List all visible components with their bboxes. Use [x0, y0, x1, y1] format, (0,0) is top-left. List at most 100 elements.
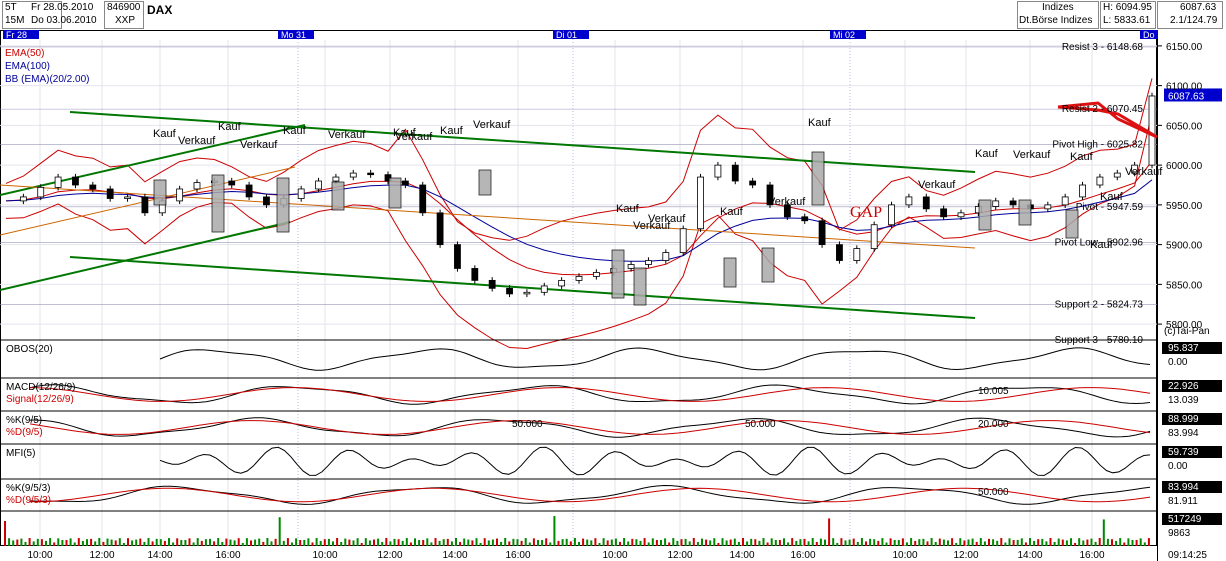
volume-bar [245, 538, 248, 546]
volume-bar [118, 538, 121, 546]
volume-bar [586, 539, 589, 546]
signal-box [761, 247, 775, 283]
volume-bar [77, 538, 80, 546]
indicator-line [159, 446, 1151, 476]
volume-bar [516, 539, 519, 546]
volume-bar [824, 539, 826, 546]
volume-bar [787, 542, 790, 546]
candle-body [731, 164, 739, 182]
candle-body [72, 176, 79, 186]
day-label: Mi 02 [833, 30, 855, 40]
volume-bar [1086, 539, 1089, 546]
volume-bar [844, 540, 847, 546]
signal-box [1018, 199, 1032, 226]
volume-bar [799, 539, 802, 546]
candle-body [124, 196, 131, 199]
volume-bar [455, 538, 457, 546]
volume-bar [623, 538, 626, 546]
volume-bar [32, 541, 35, 546]
volume-bar [619, 541, 621, 546]
panel-name: MFI(5) [6, 448, 35, 459]
volume-bar [360, 542, 363, 546]
volume-bar [373, 539, 375, 546]
volume-bar [643, 538, 646, 546]
volume-bar [327, 538, 330, 546]
volume-bar [393, 538, 396, 546]
volume-bar [299, 539, 302, 546]
volume-bar [971, 538, 974, 546]
volume-bar [557, 540, 560, 546]
volume-bar [1045, 541, 1048, 546]
day-label: Mo 31 [281, 30, 306, 40]
volume-bar [356, 538, 359, 546]
signal-box [478, 169, 492, 196]
volume-bar [172, 542, 175, 546]
volume-bar [4, 521, 6, 546]
plot-frame [0, 30, 1157, 546]
signal-box [1065, 209, 1079, 239]
volume-bar [65, 539, 68, 546]
candle-body [106, 188, 114, 199]
volume-bar [885, 542, 888, 546]
volume-bar [627, 541, 630, 546]
volume-bar [742, 538, 744, 546]
volume-bar [94, 541, 97, 546]
volume-bar [479, 542, 482, 546]
panel-value-2: 9863 [1168, 528, 1191, 539]
volume-bar [274, 538, 277, 546]
volume-bar [590, 540, 593, 546]
volume-bar [1143, 542, 1146, 546]
volume-bar [229, 539, 232, 546]
volume-bar [955, 542, 958, 546]
volume-bar [1098, 538, 1101, 546]
volume-bar [758, 540, 761, 546]
volume-bar [233, 540, 236, 546]
signal-annotation: Kauf [283, 125, 307, 137]
volume-bar [881, 538, 884, 546]
volume-bar [983, 541, 986, 546]
grid-lines: Fr 28 Mo 31 Di 01 Mi 02 Do [0, 30, 1162, 561]
volume-bar [1041, 538, 1044, 546]
volume-bar [561, 539, 564, 546]
candle-body [54, 176, 62, 188]
price-tick-label: 5850.00 [1166, 280, 1203, 291]
gap-label: GAP [850, 204, 882, 221]
volume-bar [664, 538, 667, 546]
volume-bar [28, 538, 31, 546]
volume-bar [258, 538, 261, 546]
volume-bar [819, 538, 822, 546]
volume-bar [668, 542, 671, 546]
time-tick-label: 14:00 [1017, 550, 1042, 561]
signal-annotation: Verkauf [918, 179, 956, 191]
signal-box [723, 257, 737, 288]
volume-bar [176, 538, 179, 546]
volume-bar [1012, 540, 1015, 546]
volume-bar [729, 539, 732, 546]
signal-annotation: Verkauf [768, 196, 806, 208]
volume-bar [996, 540, 999, 546]
time-tick-label: 16:00 [215, 550, 240, 561]
volume-bar [90, 538, 93, 546]
candle-body [627, 264, 635, 269]
volume-bar [1053, 541, 1056, 546]
time-tick-label: 12:00 [377, 550, 402, 561]
candle-body [1061, 196, 1069, 206]
price-tick-label: 5950.00 [1166, 201, 1203, 212]
volume-bar [49, 538, 52, 546]
volume-bar [910, 538, 913, 546]
candle-body [37, 186, 45, 198]
volume-bar [151, 541, 154, 546]
volume-bar [1078, 538, 1081, 546]
volume-bar [934, 541, 937, 546]
volume-bar [598, 542, 601, 546]
signal-annotation: Kauf [153, 128, 177, 140]
volume-bar [418, 539, 421, 546]
volume-bar [754, 539, 757, 546]
signal-annotation: Kauf [1100, 191, 1124, 203]
candle-body [662, 252, 670, 261]
volume-bar [61, 539, 64, 546]
signal-annotation: Kauf [616, 203, 640, 215]
volume-bar [295, 538, 298, 546]
signal-annotation: Kauf [720, 206, 744, 218]
volume-bar [791, 538, 794, 546]
